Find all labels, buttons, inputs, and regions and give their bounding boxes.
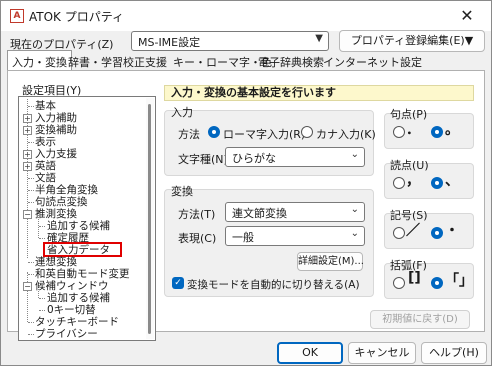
tab-proofreading[interactable]: 校正支援 — [119, 52, 171, 71]
tab-e-dictionary[interactable]: 電子辞典検索 — [254, 52, 328, 71]
symbol-slash-option[interactable]: ／ — [406, 220, 420, 240]
help-button[interactable]: ヘルプ(H) — [421, 342, 487, 364]
input-group-title: 入力 — [171, 106, 193, 119]
tree-item-auto-mode-change[interactable]: 和英自動モード変更 — [35, 268, 130, 280]
tree-item-english[interactable]: 英語 — [35, 160, 56, 172]
reset-defaults-button[interactable]: 初期値に戻す(D) — [370, 310, 470, 329]
auto-switch-label[interactable]: 変換モードを自動的に切り替える(A) — [187, 277, 360, 292]
close-icon[interactable]: ✕ — [447, 3, 487, 29]
tree-item-halfwidth-fullwidth[interactable]: 半角全角変換 — [35, 184, 98, 196]
chevron-down-icon: ⌄ — [350, 204, 359, 215]
charset-select[interactable]: ひらがな ⌄ — [225, 147, 365, 167]
ok-button[interactable]: OK — [277, 342, 343, 364]
conversion-method-label: 方法(T) — [178, 208, 216, 221]
profile-select[interactable]: MS-IME設定 ▼ — [131, 31, 329, 51]
detail-settings-button[interactable]: 詳細設定(M)... — [297, 252, 364, 271]
tree-guide-line — [27, 272, 28, 322]
tree-item-shortcut-input-data[interactable]: 省入力データ — [47, 244, 110, 256]
period-dot-option[interactable]: ． — [406, 119, 420, 139]
charset-label: 文字種(N) — [178, 153, 228, 166]
tree-item-associative-conversion[interactable]: 連想変換 — [35, 256, 77, 268]
tree-item-literary[interactable]: 文語 — [35, 172, 56, 184]
profile-edit-button[interactable]: プロパティ登録編集(E)▼ — [339, 30, 485, 52]
radio-symbol-slash[interactable] — [393, 227, 405, 239]
expand-plus-icon[interactable]: + — [23, 114, 32, 123]
tree-item-candidate-window[interactable]: 候補ウィンドウ — [35, 280, 109, 292]
tree-item-window-additional-candidates[interactable]: 追加する候補 — [47, 292, 110, 304]
properties-dialog: A ATOK プロパティ ✕ 現在のプロパティ(Z) MS-IME設定 ▼ プロ… — [0, 0, 492, 366]
tree-item-privacy[interactable]: プライバシー — [35, 328, 98, 340]
display-select-value: 一般 — [232, 231, 254, 244]
expand-plus-icon[interactable]: + — [23, 162, 32, 171]
romaji-input-label[interactable]: ローマ字入力(R) — [223, 126, 305, 142]
tree-item-conversion-assist[interactable]: 変換補助 — [35, 124, 77, 136]
conversion-group-title: 変換 — [171, 185, 193, 198]
display-select[interactable]: 一般 ⌄ — [225, 226, 365, 246]
comma-ten-option[interactable]: 、 — [445, 170, 459, 190]
tree-item-touch-keyboard[interactable]: タッチキーボード — [35, 316, 119, 328]
collapse-minus-icon[interactable]: − — [23, 210, 32, 219]
title-bar: A ATOK プロパティ ✕ — [1, 1, 491, 31]
panel-header: 入力・変換の基本設定を行います — [164, 85, 474, 101]
profile-select-value: MS-IME設定 — [138, 36, 201, 49]
chevron-down-icon: ⌄ — [350, 228, 359, 239]
tree-item-input-assist[interactable]: 入力補助 — [35, 112, 77, 124]
chevron-down-icon: ▼ — [315, 33, 323, 44]
tab-internet-settings[interactable]: インターネット設定 — [319, 52, 426, 71]
radio-romaji-input[interactable] — [208, 126, 220, 138]
tree-item-predictive-conversion[interactable]: 推測変換 — [35, 208, 77, 220]
collapse-minus-icon[interactable]: − — [23, 282, 32, 291]
tree-item-zero-key-switch[interactable]: 0キー切替 — [47, 304, 96, 316]
tree-item-basic[interactable]: 基本 — [35, 100, 56, 112]
expand-plus-icon[interactable]: + — [23, 126, 32, 135]
radio-period-dot[interactable] — [393, 126, 405, 138]
expand-plus-icon[interactable]: + — [23, 150, 32, 159]
radio-comma-ten[interactable] — [431, 177, 443, 189]
kana-input-label[interactable]: カナ入力(K) — [316, 126, 376, 142]
tree-scrollbar[interactable] — [146, 98, 154, 339]
tree-item-additional-candidates[interactable]: 追加する候補 — [47, 220, 110, 232]
conversion-method-value: 連文節変換 — [232, 207, 287, 220]
radio-bracket-square[interactable] — [393, 277, 405, 289]
symbol-nakaguro-option[interactable]: ・ — [445, 220, 459, 240]
radio-comma-fullwidth[interactable] — [393, 177, 405, 189]
radio-period-maru[interactable] — [431, 126, 443, 138]
display-label: 表現(C) — [178, 232, 217, 245]
auto-switch-checkbox[interactable]: ✓ — [172, 277, 184, 289]
tree-item-display[interactable]: 表示 — [35, 136, 56, 148]
bracket-kagi-option[interactable]: 「」 — [445, 270, 473, 290]
settings-tree[interactable]: 基本 + 入力補助 + 変換補助 表示 + 入力支援 + 英語 文語 半角全角変… — [18, 96, 156, 341]
window-title: ATOK プロパティ — [29, 10, 125, 24]
bracket-square-option[interactable]: [] — [408, 270, 421, 286]
comma-fullwidth-option[interactable]: ， — [406, 170, 420, 190]
radio-symbol-nakaguro[interactable] — [431, 227, 443, 239]
tree-scroll-thumb[interactable] — [148, 104, 151, 334]
cancel-button[interactable]: キャンセル — [348, 342, 416, 364]
conversion-method-select[interactable]: 連文節変換 ⌄ — [225, 202, 365, 222]
tree-item-punctuation-conversion[interactable]: 句読点変換 — [35, 196, 88, 208]
atok-app-icon: A — [10, 9, 24, 23]
chevron-down-icon: ⌄ — [350, 149, 359, 160]
period-maru-option[interactable]: 。 — [445, 119, 459, 139]
radio-kana-input[interactable] — [301, 126, 313, 138]
tab-dictionary-learning[interactable]: 辞書・学習 — [64, 52, 127, 71]
tab-input-conversion[interactable]: 入力・変換 — [7, 50, 72, 72]
input-method-label: 方法 — [178, 128, 200, 141]
radio-bracket-kagi[interactable] — [431, 277, 443, 289]
charset-select-value: ひらがな — [232, 152, 276, 165]
tree-item-input-support[interactable]: 入力支援 — [35, 148, 77, 160]
